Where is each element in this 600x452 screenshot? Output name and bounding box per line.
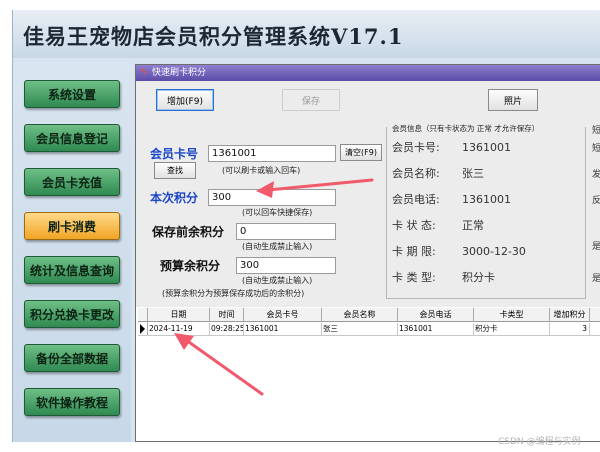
- annotation-arrow-icon: [256, 178, 374, 198]
- annotation-arrow-icon: [174, 333, 264, 396]
- annotation-arrows: [174, 178, 374, 396]
- watermark: CSDN @编程与实例: [498, 437, 581, 447]
